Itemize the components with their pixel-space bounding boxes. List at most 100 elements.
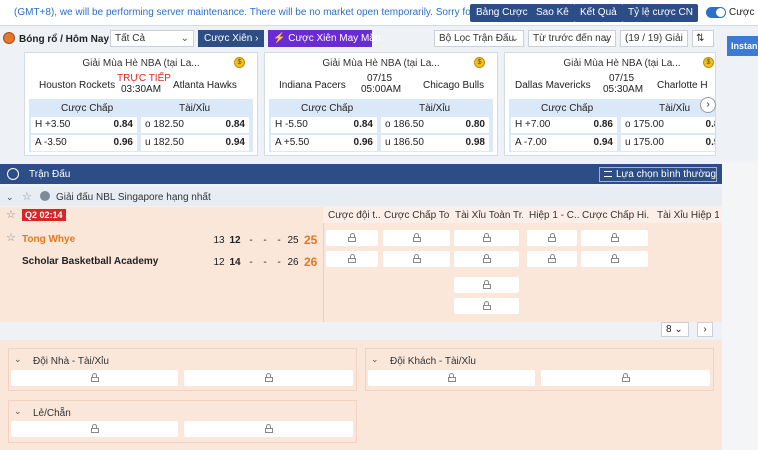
- locked-odds-cell: [326, 230, 378, 246]
- section-label: Trận Đấu: [29, 169, 71, 180]
- divider: [323, 223, 324, 322]
- toggle-switch[interactable]: [706, 7, 726, 18]
- live-label: TRỰC TIẾP: [117, 73, 171, 84]
- lock-icon: [482, 301, 491, 310]
- odds-cell[interactable]: H -5.50 0.84: [271, 117, 377, 133]
- period: Q2: [25, 210, 38, 220]
- lucky-parlay-button[interactable]: ⚡ Cược Xiên May Mắn: [268, 30, 380, 47]
- handicap-header: Cược Chấp: [301, 103, 354, 114]
- featured-match-card[interactable]: Giải Mùa Hè NBA (tại La... $ Houston Roc…: [24, 52, 258, 156]
- display-mode-select[interactable]: Lựa chọn bình thường ⌄: [599, 167, 717, 182]
- score: 12: [229, 235, 241, 246]
- price: 0.96: [353, 137, 373, 148]
- odds-cell[interactable]: H +7.00 0.86: [511, 117, 617, 133]
- column-header: Hiệp 1 - C...: [529, 210, 579, 221]
- right-gutter: [722, 162, 758, 450]
- away-team: Charlotte H: [657, 80, 708, 91]
- chevron-down-icon: ⌄: [602, 33, 611, 44]
- side: A: [275, 137, 282, 148]
- chevron-down-icon[interactable]: ⌄: [14, 406, 22, 417]
- featured-match-card[interactable]: Giải Mùa Hè NBA (tại La... $ Dallas Mave…: [504, 52, 716, 156]
- locked-odds-cell: [184, 370, 353, 386]
- parlay-button[interactable]: Cược Xiên ›: [198, 30, 264, 47]
- line: +5.50: [283, 137, 310, 148]
- score: -: [263, 257, 267, 268]
- sort-order-button[interactable]: ⇅: [692, 30, 714, 47]
- match-date: 07/15: [367, 73, 393, 84]
- home-team: Indiana Pacers: [279, 80, 346, 91]
- lock-icon: [482, 233, 491, 242]
- market-title: Đội Nhà - Tài/Xỉu: [33, 356, 109, 367]
- display-mode-label: Lựa chọn bình thường: [616, 169, 717, 180]
- league-count-select[interactable]: (19 / 19) Giải: [620, 30, 688, 47]
- side: u: [625, 137, 631, 148]
- odds-cell[interactable]: A -7.00 0.94: [511, 135, 617, 151]
- lock-icon: [621, 373, 630, 382]
- handicap-header: Cược Chấp: [61, 103, 114, 114]
- match-time: 05:30AM: [603, 84, 644, 95]
- featured-match-card[interactable]: Giải Mùa Hè NBA (tại La... $ Indiana Pac…: [264, 52, 498, 156]
- lock-icon: [548, 254, 556, 263]
- score: -: [277, 235, 281, 246]
- instant-play-tab[interactable]: Instan: [727, 36, 758, 56]
- live-score: 25: [304, 233, 318, 247]
- time-sort-select[interactable]: Từ trước đến nay ⌄: [528, 30, 616, 47]
- score: 14: [229, 257, 241, 268]
- odds-cell[interactable]: o 186.50 0.80: [381, 117, 489, 133]
- home-team: Houston Rockets: [39, 80, 116, 91]
- locked-odds-cell: [383, 230, 450, 246]
- card-league: Giải Mùa Hè NBA (tại La...: [82, 58, 200, 69]
- side: u: [145, 137, 151, 148]
- locked-odds-cell: [454, 298, 519, 314]
- maintenance-marquee: (GMT+8), we will be performing server ma…: [14, 7, 475, 18]
- score-total: 25: [287, 235, 299, 246]
- bet-list-button[interactable]: Bảng Cược: [470, 4, 534, 22]
- odds-cell[interactable]: H +3.50 0.84: [31, 117, 137, 133]
- carousel-next-button[interactable]: ›: [700, 97, 716, 113]
- side: H: [515, 119, 523, 130]
- lock-icon: [482, 254, 491, 263]
- price: 0.84: [353, 119, 373, 130]
- score: -: [277, 257, 281, 268]
- locked-odds-cell: [368, 370, 535, 386]
- odds-cell[interactable]: A +5.50 0.96: [271, 135, 377, 151]
- card-league: Giải Mùa Hè NBA (tại La...: [563, 58, 681, 69]
- chevron-down-icon: ⌄: [695, 7, 705, 18]
- league-name: Giải đấu NBL Singapore hạng nhất: [56, 192, 211, 203]
- odds-cell[interactable]: u 175.00 0.94: [621, 135, 715, 151]
- chevron-down-icon[interactable]: ⌄: [14, 354, 22, 365]
- odds-cell[interactable]: u 186.50 0.98: [381, 135, 489, 151]
- side: H: [35, 119, 43, 130]
- odds-box: Cược Chấp Tài/Xỉu H +3.50 0.84 o 182.50 0.…: [29, 99, 253, 152]
- star-icon[interactable]: ☆: [22, 190, 32, 203]
- statement-button[interactable]: Sao Kê: [530, 4, 575, 22]
- lock-icon: [610, 233, 619, 242]
- market-filter-select[interactable]: Tất Cả ⌄: [110, 30, 194, 47]
- odds-box: Cược Chấp Tài/Xỉu H +7.00 0.86 o 175.00 0.…: [509, 99, 715, 152]
- collapse-icon[interactable]: ⌄: [6, 192, 14, 203]
- star-icon[interactable]: ☆: [6, 208, 16, 221]
- sort-icon: ⇅: [696, 33, 705, 44]
- match-filter-select[interactable]: Bộ Lọc Trận Đấu ⌄: [434, 30, 524, 47]
- odds-cell[interactable]: o 175.00 0.86: [621, 117, 715, 133]
- odds-cell[interactable]: u 182.50 0.94: [141, 135, 249, 151]
- results-button[interactable]: Kết Quả: [574, 4, 623, 22]
- odds-cell[interactable]: o 182.50 0.84: [141, 117, 249, 133]
- score: -: [263, 235, 267, 246]
- score: 12: [213, 257, 225, 268]
- more-markets-select[interactable]: 8 ⌄: [661, 322, 689, 337]
- lock-icon: [90, 373, 99, 382]
- score: -: [249, 235, 253, 246]
- odds-type-select[interactable]: Tỷ lệ cược CN ⌄: [622, 4, 704, 22]
- locked-odds-cell: [326, 251, 378, 267]
- price: 0.84: [225, 119, 245, 130]
- match-time: 03:30AM: [121, 84, 162, 95]
- price: 0.80: [465, 119, 485, 130]
- chevron-down-icon[interactable]: ⌄: [371, 354, 379, 365]
- star-icon[interactable]: ☆: [6, 231, 16, 244]
- odds-cell[interactable]: A -3.50 0.96: [31, 135, 137, 151]
- more-markets-count: 8: [666, 324, 672, 335]
- line: 175.00: [633, 119, 664, 130]
- column-header: Cược đội t...: [328, 210, 380, 221]
- next-page-button[interactable]: ›: [697, 322, 713, 337]
